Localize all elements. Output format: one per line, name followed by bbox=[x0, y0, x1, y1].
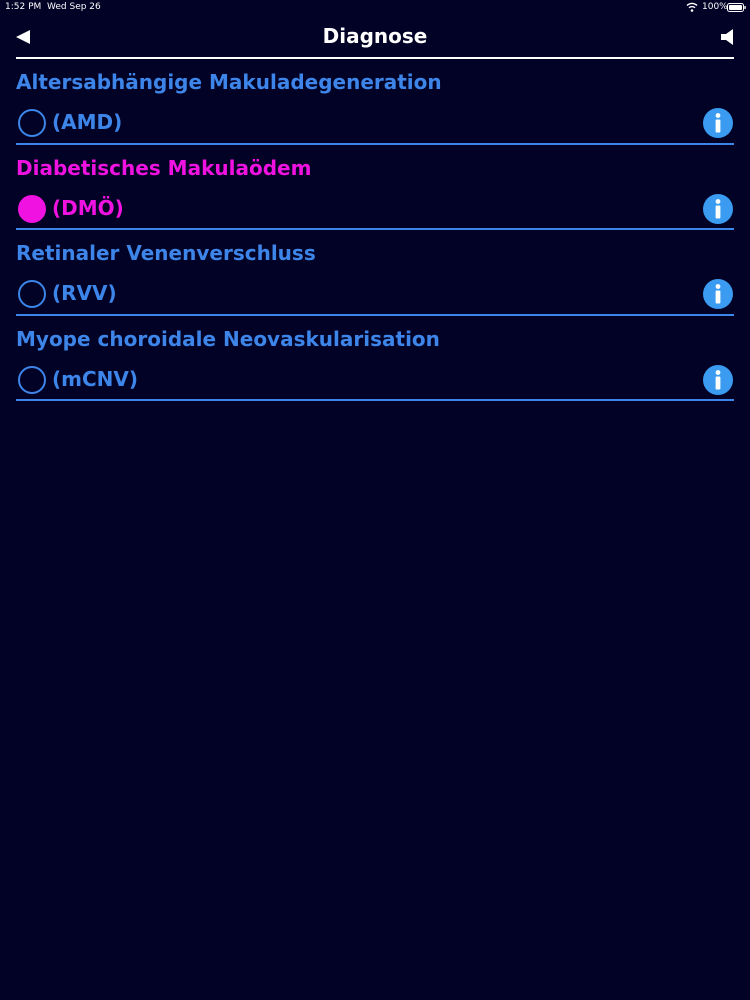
radio-button[interactable] bbox=[18, 365, 46, 394]
diagnosis-name: Altersabhängige Makuladegeneration bbox=[16, 70, 442, 94]
info-icon[interactable] bbox=[703, 364, 733, 395]
battery-icon bbox=[727, 3, 746, 12]
diagnosis-abbreviation: (AMD) bbox=[52, 110, 123, 134]
list-item[interactable]: Myope choroidale Neovaskularisation (mCNV… bbox=[16, 316, 734, 401]
status-date: Wed Sep 26 bbox=[47, 2, 101, 12]
list-item[interactable]: Retinaler Venenverschluss (RVV) bbox=[16, 230, 734, 316]
diagnosis-name: Retinaler Venenverschluss bbox=[16, 241, 316, 265]
radio-button[interactable] bbox=[18, 109, 46, 137]
status-time: 1:52 PM bbox=[5, 2, 42, 12]
diagnosis-name: Diabetisches Makulaödem bbox=[16, 155, 312, 180]
diagnosis-name: Myope choroidale Neovaskularisation bbox=[16, 326, 440, 351]
diagnosis-abbreviation: (RVV) bbox=[52, 281, 117, 305]
diagnosis-abbreviation: (mCNV) bbox=[52, 366, 139, 391]
info-icon[interactable] bbox=[703, 108, 733, 138]
speaker-icon[interactable] bbox=[720, 28, 736, 46]
list-item[interactable]: Diabetisches Makulaödem (DMÖ) bbox=[16, 145, 734, 230]
status-bar: 1:52 PM Wed Sep 26 100% bbox=[0, 0, 750, 16]
list-item[interactable]: Altersabhängige Makuladegeneration (AMD) bbox=[16, 59, 734, 145]
diagnosis-list: Altersabhängige Makuladegeneration (AMD) D… bbox=[16, 59, 734, 401]
nav-bar: Diagnose bbox=[0, 16, 750, 60]
info-icon[interactable] bbox=[703, 193, 733, 224]
diagnosis-abbreviation: (DMÖ) bbox=[52, 195, 124, 220]
row-divider bbox=[16, 399, 734, 401]
page-title: Diagnose bbox=[322, 24, 428, 48]
radio-button[interactable] bbox=[18, 280, 46, 308]
battery-percentage: 100% bbox=[702, 2, 728, 12]
radio-button[interactable] bbox=[18, 194, 46, 223]
info-icon[interactable] bbox=[703, 279, 733, 309]
wifi-icon bbox=[686, 2, 698, 12]
